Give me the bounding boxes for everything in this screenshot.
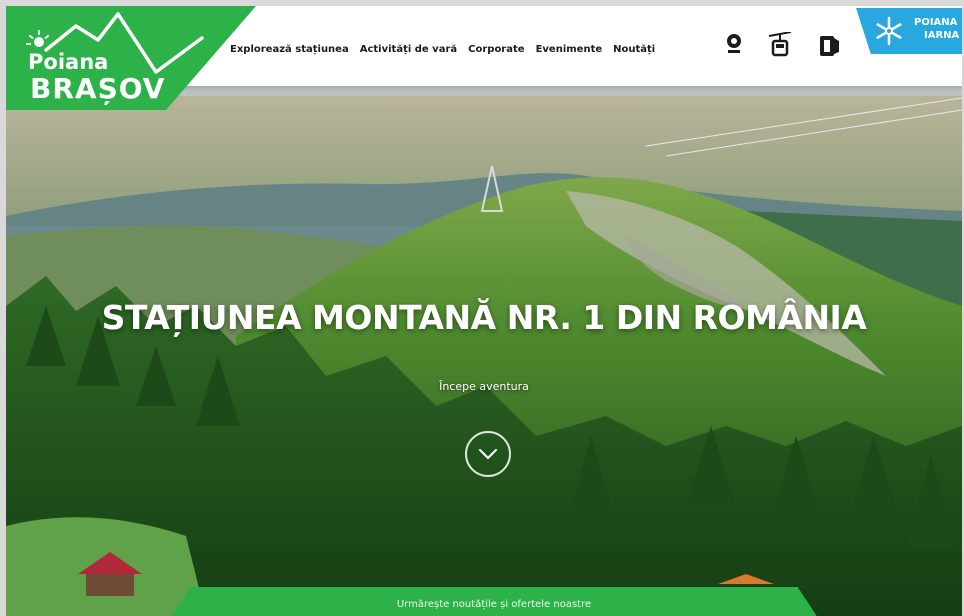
logo[interactable]: Poiana BRAȘOV xyxy=(6,6,256,116)
nav-corporate[interactable]: Corporate xyxy=(468,44,524,55)
page: Explorează stațiunea Activități de vară … xyxy=(6,6,962,616)
ski-pass-icon[interactable] xyxy=(818,32,840,62)
main-navigation: Explorează stațiunea Activități de vară … xyxy=(230,40,655,58)
cable-car-icon[interactable] xyxy=(768,31,792,62)
nav-news[interactable]: Noutăți xyxy=(613,44,655,55)
hero-title: STAȚIUNEA MONTANĂ NR. 1 DIN ROMÂNIA xyxy=(101,298,867,337)
newsletter-banner-text: Urmărește noutățile și ofertele noastre xyxy=(396,599,592,610)
winter-season-tab[interactable]: POIANA IARNA xyxy=(856,8,962,54)
scroll-down-button[interactable] xyxy=(465,431,511,477)
webcam-icon[interactable] xyxy=(724,32,744,60)
nav-events[interactable]: Evenimente xyxy=(536,44,603,55)
winter-tab-label-1: POIANA xyxy=(914,17,958,28)
hero-subtitle-link[interactable]: Începe aventura xyxy=(6,380,962,393)
logo-text-brasov: BRAȘOV xyxy=(30,72,166,105)
winter-tab-label-2: IARNA xyxy=(924,30,960,41)
newsletter-banner[interactable]: Urmărește noutățile și ofertele noastre xyxy=(164,587,824,616)
chevron-down-icon xyxy=(479,449,497,459)
snowflake-icon xyxy=(874,16,904,50)
logo-text-poiana: Poiana xyxy=(28,50,109,74)
nav-summer-activities[interactable]: Activități de vară xyxy=(360,44,457,55)
